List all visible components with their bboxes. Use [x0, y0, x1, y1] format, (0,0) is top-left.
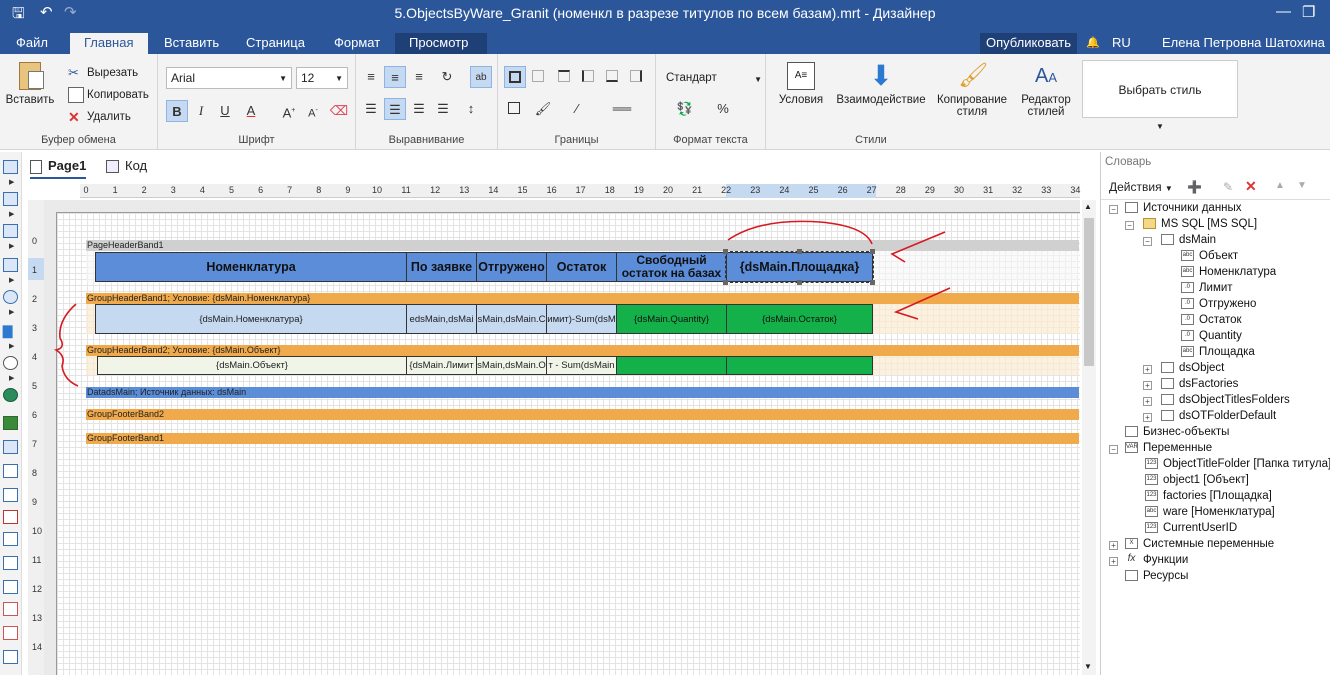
scroll-thumb[interactable] [1084, 218, 1094, 366]
number-column-icon: .0 [1181, 330, 1194, 342]
tree-var-factories[interactable]: 123 factories [Площадка] [1145, 490, 1272, 502]
tree-dsobject[interactable]: dsObject [1161, 362, 1224, 374]
scroll-down-icon[interactable]: ▼ [1084, 662, 1092, 671]
tree-dsfactories[interactable]: dsFactories [1161, 378, 1238, 390]
number-column-icon: .0 [1181, 282, 1194, 294]
new-item-icon[interactable]: ➕ [1187, 180, 1202, 194]
tree-resources[interactable]: Ресурсы [1125, 570, 1188, 582]
tree-mssql-label: MS SQL [MS SQL] [1161, 218, 1258, 230]
table-icon [1161, 234, 1174, 246]
move-down-icon[interactable]: ▼ [1297, 180, 1307, 191]
tree-mssql[interactable]: MS SQL [MS SQL] [1143, 218, 1257, 230]
scroll-up-icon[interactable]: ▲ [1084, 202, 1092, 211]
connection-icon [1143, 218, 1156, 230]
tree-col-shipped[interactable]: .0 Отгружено [1181, 298, 1256, 310]
tree-system-variables[interactable]: X Системные переменные [1125, 538, 1274, 550]
tree-business-objects[interactable]: Бизнес-объекты [1125, 426, 1229, 438]
business-object-icon [1125, 426, 1138, 438]
number-column-icon: .0 [1181, 314, 1194, 326]
tree-dsotfolderdefault[interactable]: dsOTFolderDefault [1161, 410, 1276, 422]
tree-variables[interactable]: VAR Переменные [1125, 442, 1212, 454]
variables-icon: VAR [1125, 442, 1138, 454]
tree-data-sources[interactable]: Источники данных [1125, 202, 1242, 214]
move-up-icon[interactable]: ▲ [1275, 180, 1285, 191]
database-icon [1125, 202, 1138, 214]
number-column-icon: .0 [1181, 298, 1194, 310]
tree-var-object1[interactable]: 123 object1 [Объект] [1145, 474, 1249, 486]
tree-dsmain[interactable]: dsMain [1161, 234, 1216, 246]
tree-col-limit[interactable]: .0 Лимит [1181, 282, 1233, 294]
function-icon: fx [1125, 554, 1138, 566]
string-variable-icon: abc [1145, 506, 1158, 518]
system-variables-icon: X [1125, 538, 1138, 550]
dictionary-title: Словарь [1105, 156, 1152, 168]
tree-dsmain-label: dsMain [1179, 234, 1217, 246]
edit-icon[interactable]: ✎ [1223, 180, 1233, 194]
tree-dsobjecttitlesfolders[interactable]: dsObjectTitlesFolders [1161, 394, 1290, 406]
string-column-icon: abc [1181, 346, 1194, 358]
table-icon [1161, 362, 1174, 374]
resources-icon [1125, 570, 1138, 582]
table-icon [1161, 394, 1174, 406]
number-variable-icon: 123 [1145, 522, 1158, 534]
number-variable-icon: 123 [1145, 490, 1158, 502]
tree-functions[interactable]: fx Функции [1125, 554, 1188, 566]
string-column-icon: abc [1181, 250, 1194, 262]
tree-col-site[interactable]: abc Площадка [1181, 346, 1255, 358]
tree-var-objecttitlefolder[interactable]: 123 ObjectTitleFolder [Папка титула] [1145, 458, 1330, 470]
delete-item-icon[interactable]: ✕ [1245, 178, 1257, 195]
actions-menu[interactable]: Действия ▼ [1109, 180, 1173, 194]
tree-var-currentuserid[interactable]: 123 CurrentUserID [1145, 522, 1237, 534]
tree-var-ware[interactable]: abc ware [Номенклатура] [1145, 506, 1275, 518]
table-icon [1161, 410, 1174, 422]
tree-col-remaining[interactable]: .0 Остаток [1181, 314, 1242, 326]
tree-col-object[interactable]: abc Объект [1181, 250, 1238, 262]
canvas-scrollbar[interactable]: ▲ ▼ [1082, 200, 1096, 675]
string-column-icon: abc [1181, 266, 1194, 278]
dictionary-panel: Словарь Действия ▼ ➕ ✎ ✕ ▲ ▼ − Источники… [1100, 152, 1330, 675]
table-icon [1161, 378, 1174, 390]
tree-col-quantity[interactable]: .0 Quantity [1181, 330, 1242, 342]
tree-data-sources-label: Источники данных [1143, 202, 1242, 214]
tree-col-nomenclature[interactable]: abc Номенклатура [1181, 266, 1276, 278]
actions-label: Действия [1109, 180, 1162, 194]
number-variable-icon: 123 [1145, 474, 1158, 486]
number-variable-icon: 123 [1145, 458, 1158, 470]
